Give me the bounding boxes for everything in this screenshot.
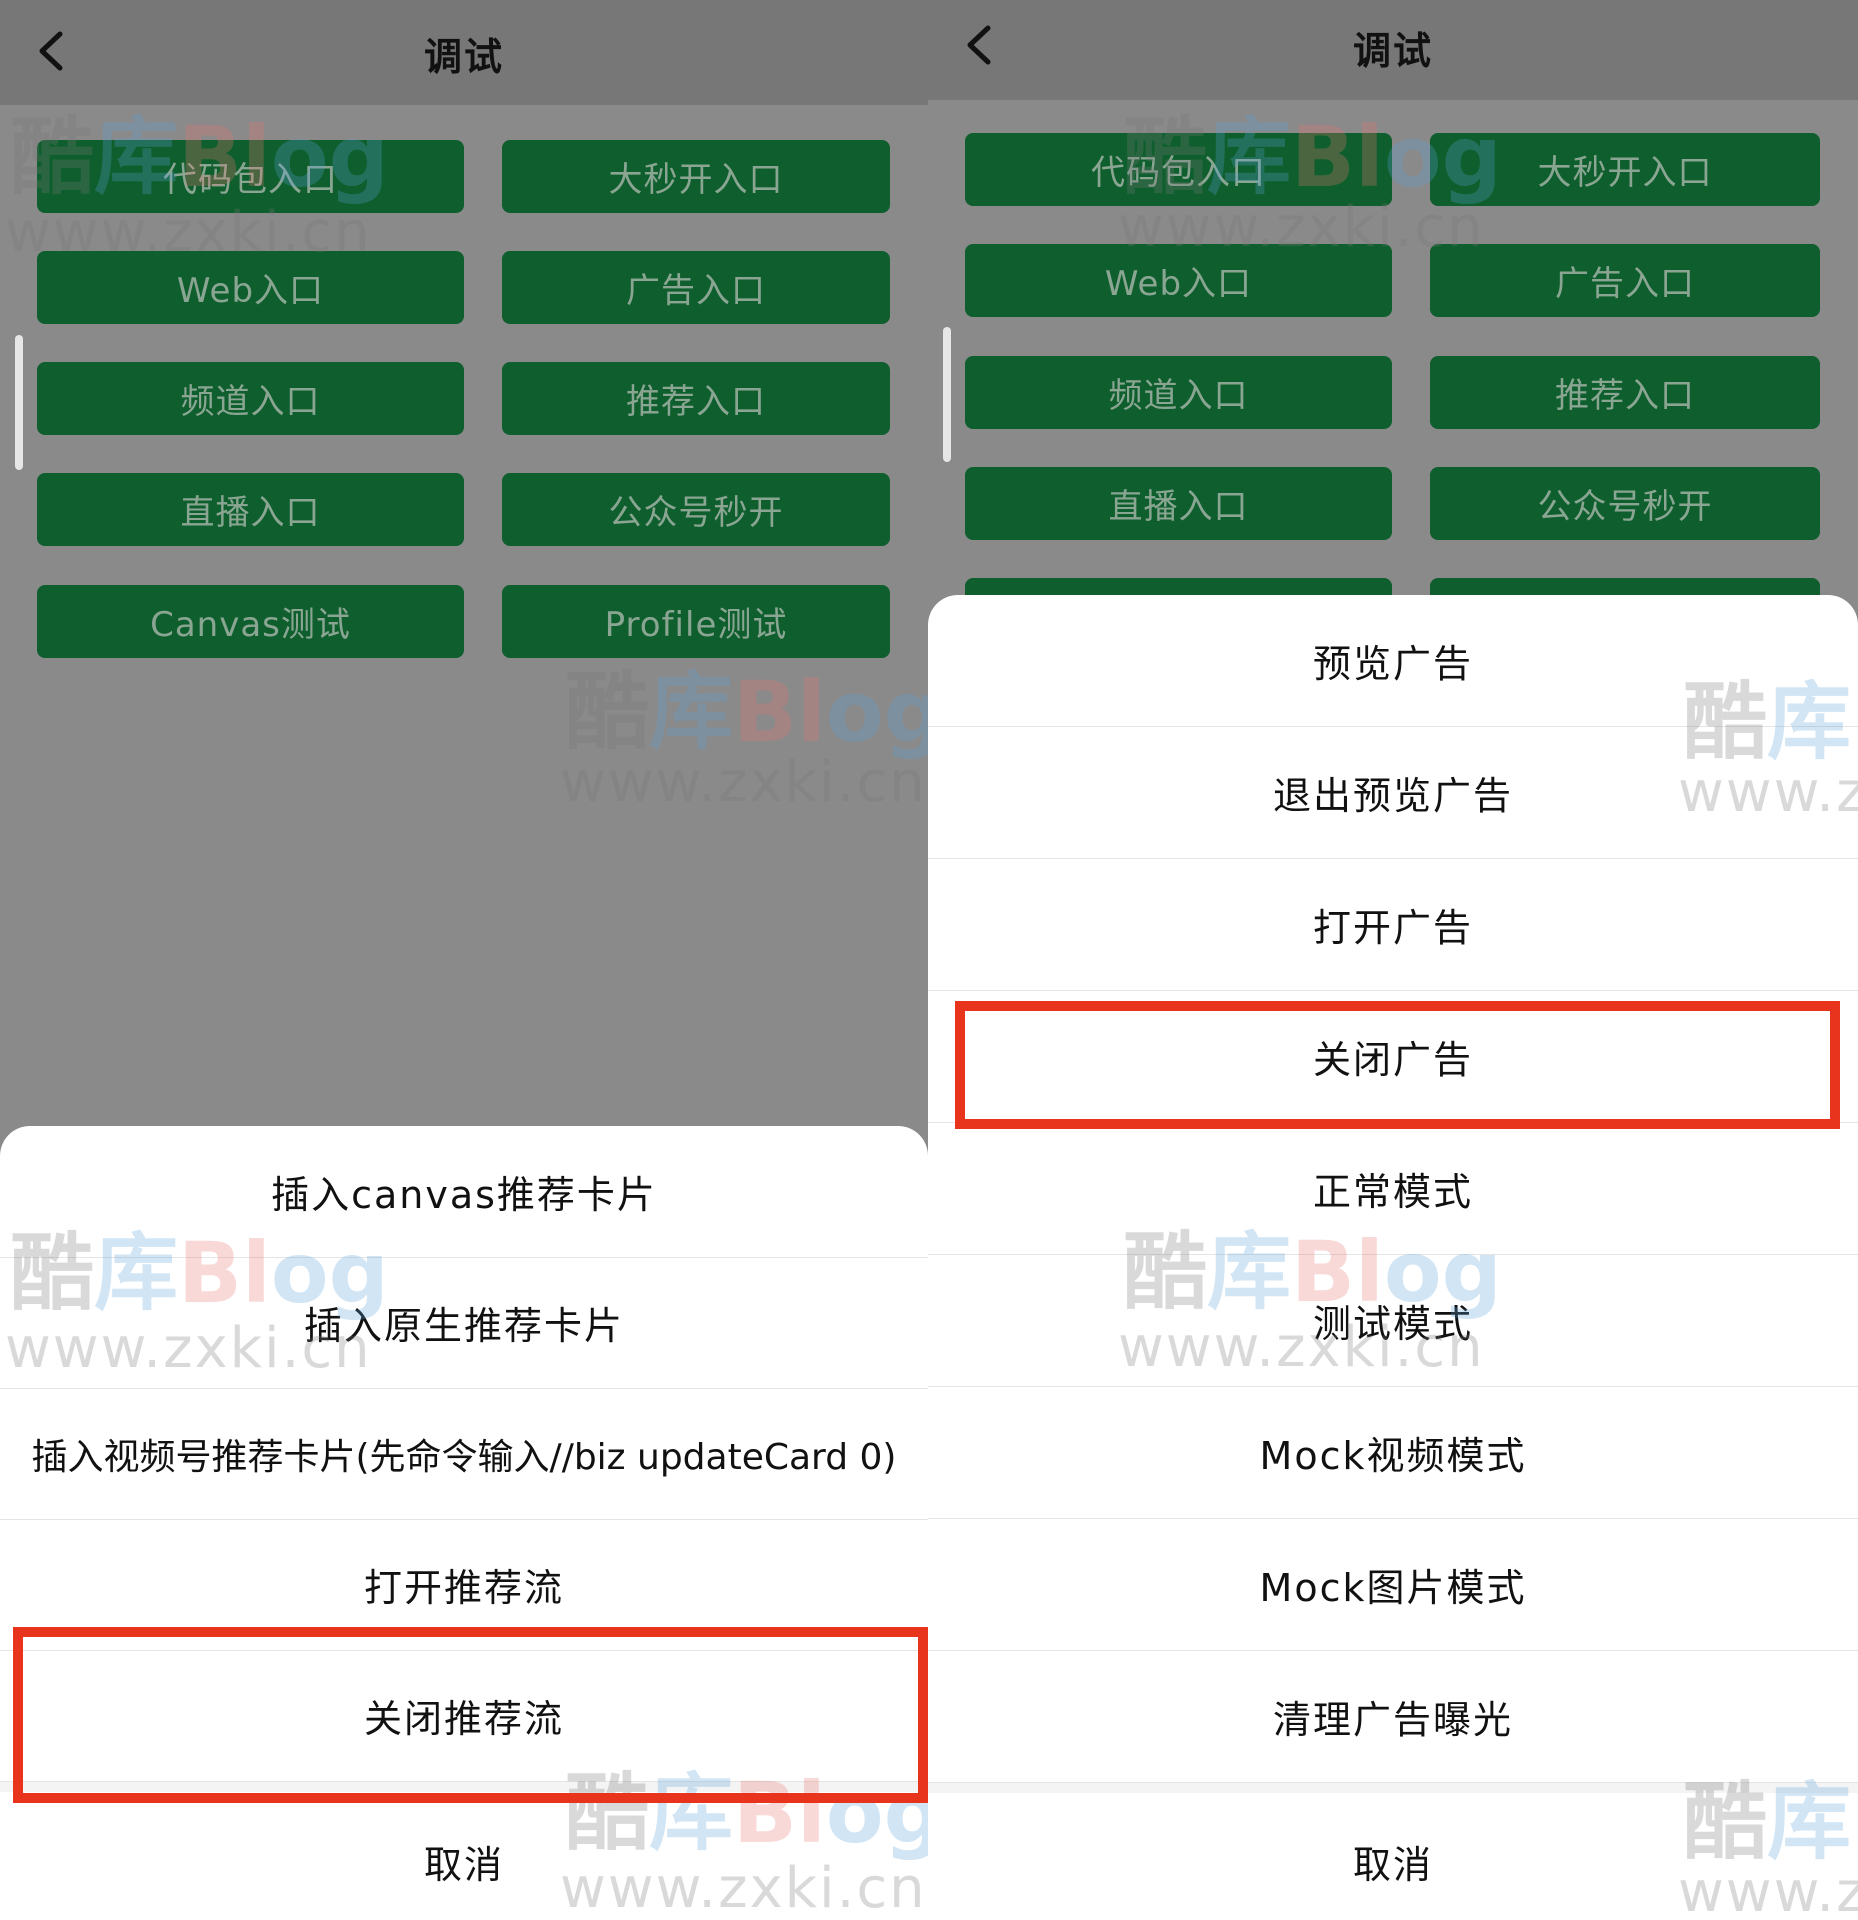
sheet-item-open-ad[interactable]: 打开广告 [928,859,1858,991]
page-title: 调试 [423,35,504,79]
highlight-box [955,1001,1840,1129]
grid-button-live[interactable]: 直播入口 [37,473,464,546]
sheet-item-clear-ad-exposure[interactable]: 清理广告曝光 [928,1651,1858,1783]
cancel-button[interactable]: 取消 [928,1802,1858,1920]
grid-button-channel[interactable]: 频道入口 [37,362,464,435]
sheet-item-insert-channels-card[interactable]: 插入视频号推荐卡片(先命令输入//biz updateCard 0) [0,1388,928,1520]
grid-button-official-account[interactable]: 公众号秒开 [1430,467,1820,540]
action-sheet: 预览广告 退出预览广告 打开广告 关闭广告 正常模式 测试模式 Mock视频模式… [928,595,1858,1920]
sheet-item-insert-native-card[interactable]: 插入原生推荐卡片 [0,1257,928,1389]
grid-button-web[interactable]: Web入口 [965,244,1392,317]
sheet-item-mock-image-mode[interactable]: Mock图片模式 [928,1519,1858,1651]
page-title: 调试 [1352,29,1433,73]
grid-button-ad[interactable]: 广告入口 [1430,244,1820,317]
grid-button-fast-open[interactable]: 大秒开入口 [502,140,890,213]
right-screenshot: 调试 代码包入口 大秒开入口 Web入口 广告入口 频道入口 推荐入口 直播入口… [928,0,1858,1920]
sheet-separator [928,1783,1858,1793]
sheet-item-exit-preview-ad[interactable]: 退出预览广告 [928,727,1858,859]
left-screenshot: 调试 代码包入口 大秒开入口 Web入口 广告入口 频道入口 推荐入口 直播入口… [0,0,928,1920]
sheet-item-test-mode[interactable]: 测试模式 [928,1255,1858,1387]
watermark-logo: 酷库Blog [565,663,928,761]
grid-button-fast-open[interactable]: 大秒开入口 [1430,133,1820,206]
grid-button-recommend[interactable]: 推荐入口 [1430,356,1820,429]
sheet-item-preview-ad[interactable]: 预览广告 [928,595,1858,727]
grid-button-recommend[interactable]: 推荐入口 [502,362,890,435]
scroll-indicator[interactable] [15,335,23,470]
sheet-item-mock-video-mode[interactable]: Mock视频模式 [928,1387,1858,1519]
scroll-indicator[interactable] [943,327,951,462]
grid-button-web[interactable]: Web入口 [37,251,464,324]
grid-button-code-package[interactable]: 代码包入口 [37,140,464,213]
grid-button-official-account[interactable]: 公众号秒开 [502,473,890,546]
watermark-url: www.zxki.cn [560,750,927,815]
cancel-button[interactable]: 取消 [0,1802,928,1920]
grid-button-live[interactable]: 直播入口 [965,467,1392,540]
grid-button-profile-test[interactable]: Profile测试 [502,585,890,658]
highlight-box [13,1627,928,1803]
grid-button-canvas-test[interactable]: Canvas测试 [37,585,464,658]
grid-button-ad[interactable]: 广告入口 [502,251,890,324]
sheet-item-normal-mode[interactable]: 正常模式 [928,1123,1858,1255]
grid-button-code-package[interactable]: 代码包入口 [965,133,1392,206]
nav-bar: 调试 [928,0,1858,100]
grid-button-channel[interactable]: 频道入口 [965,356,1392,429]
sheet-item-insert-canvas-card[interactable]: 插入canvas推荐卡片 [0,1126,928,1258]
nav-bar: 调试 [0,0,928,105]
